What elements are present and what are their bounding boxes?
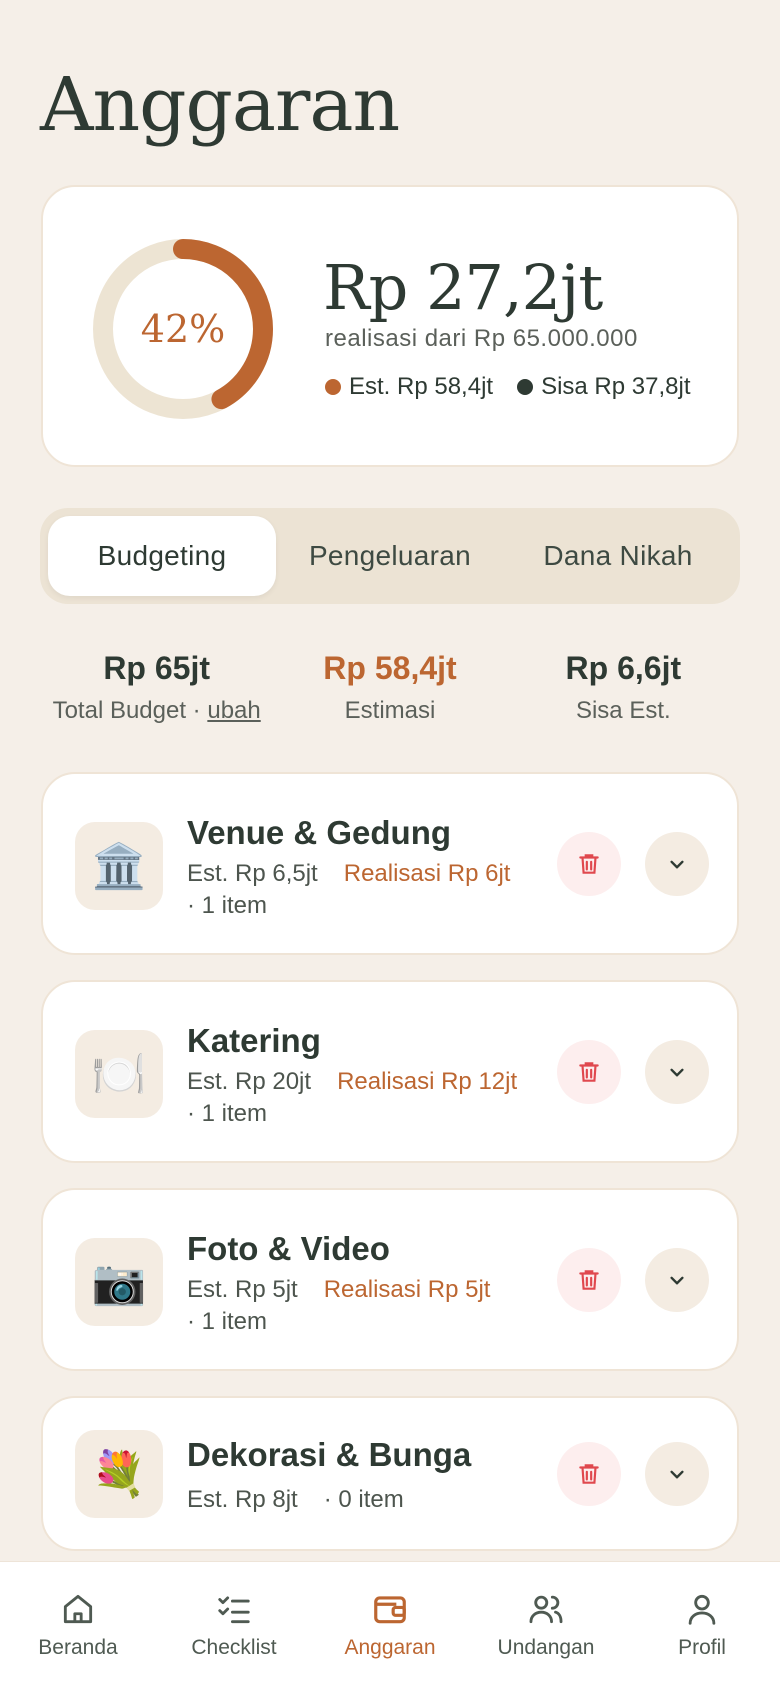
nav-label: Profil bbox=[678, 1636, 726, 1659]
nav-anggaran[interactable]: Anggaran bbox=[312, 1562, 468, 1688]
legend-remaining: Sisa Rp 37,8jt bbox=[517, 373, 691, 401]
category-card-dekorasi[interactable]: 💐 Dekorasi & Bunga Est. Rp 8jt · 0 item bbox=[41, 1396, 739, 1551]
nav-undangan[interactable]: Undangan bbox=[468, 1562, 624, 1688]
delete-category-button[interactable] bbox=[557, 832, 621, 896]
category-name: Katering bbox=[187, 1022, 321, 1059]
trash-icon bbox=[579, 854, 599, 874]
expand-category-button[interactable] bbox=[645, 1442, 709, 1506]
user-icon bbox=[688, 1594, 716, 1625]
category-emoji: 📷 bbox=[91, 1258, 147, 1307]
expand-category-button[interactable] bbox=[645, 1248, 709, 1312]
category-name: Venue & Gedung bbox=[187, 814, 452, 851]
checklist-icon bbox=[218, 1596, 250, 1624]
category-emoji: 🏛️ bbox=[91, 842, 147, 891]
category-emoji: 🍽️ bbox=[91, 1050, 147, 1099]
category-item-count: · 1 item bbox=[187, 892, 268, 919]
nav-label: Checklist bbox=[191, 1636, 277, 1659]
category-item-count: · 0 item bbox=[323, 1486, 404, 1513]
nav-checklist[interactable]: Checklist bbox=[156, 1562, 312, 1688]
category-estimate: Est. Rp 20jt bbox=[187, 1068, 312, 1095]
category-realized: Realisasi Rp 12jt bbox=[337, 1068, 518, 1095]
category-meta: Est. Rp 6,5jt Realisasi Rp 6jt bbox=[187, 860, 510, 888]
nav-profil[interactable]: Profil bbox=[624, 1562, 780, 1688]
delete-category-button[interactable] bbox=[557, 1442, 621, 1506]
stat-remaining-value: Rp 6,6jt bbox=[565, 650, 682, 686]
stat-estimate-label: Estimasi bbox=[344, 697, 436, 724]
category-meta: Est. Rp 20jt Realisasi Rp 12jt bbox=[187, 1068, 517, 1096]
estimate-dot-icon bbox=[325, 379, 341, 395]
users-icon bbox=[529, 1595, 563, 1624]
category-item-count: · 1 item bbox=[187, 1308, 268, 1335]
stat-total-label-row: Total Budget · ubah bbox=[40, 697, 273, 725]
category-card-venue[interactable]: 🏛️ Venue & Gedung Est. Rp 6,5jt Realisas… bbox=[41, 772, 739, 955]
nav-label: Beranda bbox=[38, 1636, 118, 1659]
bank-icon: 🏛️ bbox=[75, 822, 163, 910]
chevron-down-icon bbox=[670, 1276, 684, 1285]
plate-icon: 🍽️ bbox=[75, 1030, 163, 1118]
category-estimate: Est. Rp 5jt bbox=[187, 1276, 298, 1303]
trash-icon bbox=[579, 1464, 599, 1484]
category-realized: Realisasi Rp 5jt bbox=[323, 1276, 491, 1303]
segment-tabs: Budgeting Pengeluaran Dana Nikah bbox=[40, 508, 740, 604]
chevron-down-icon bbox=[670, 860, 684, 869]
category-emoji: 💐 bbox=[91, 1450, 147, 1499]
category-realized: Realisasi Rp 6jt bbox=[343, 860, 511, 887]
summary-legend: Est. Rp 58,4jt Sisa Rp 37,8jt bbox=[325, 373, 691, 401]
stat-total-label: Total Budget · bbox=[52, 697, 208, 724]
page-title: Anggaran bbox=[40, 62, 400, 148]
category-estimate: Est. Rp 8jt bbox=[187, 1486, 298, 1513]
trash-icon bbox=[579, 1062, 599, 1082]
stat-estimate: Rp 58,4jt Estimasi bbox=[273, 650, 506, 725]
category-name: Dekorasi & Bunga bbox=[187, 1436, 472, 1473]
stat-total-value: Rp 65jt bbox=[103, 650, 210, 686]
nav-label: Undangan bbox=[497, 1636, 595, 1659]
nav-label: Anggaran bbox=[344, 1636, 436, 1659]
category-item-count: · 1 item bbox=[187, 1100, 268, 1127]
realized-amount: Rp 27,2jt bbox=[323, 251, 603, 324]
category-name: Foto & Video bbox=[187, 1230, 390, 1267]
category-estimate: Est. Rp 6,5jt bbox=[187, 860, 318, 887]
trash-icon bbox=[579, 1270, 599, 1290]
category-card-katering[interactable]: 🍽️ Katering Est. Rp 20jt Realisasi Rp 12… bbox=[41, 980, 739, 1163]
wallet-icon bbox=[374, 1596, 406, 1624]
tab-dana-nikah[interactable]: Dana Nikah bbox=[504, 516, 732, 596]
home-icon bbox=[63, 1594, 93, 1624]
chevron-down-icon bbox=[670, 1470, 684, 1479]
bottom-nav: Beranda Checklist Anggaran Undangan Prof… bbox=[0, 1561, 780, 1688]
legend-remaining-label: Sisa Rp 37,8jt bbox=[541, 373, 691, 400]
camera-icon: 📷 bbox=[75, 1238, 163, 1326]
stat-remaining-label: Sisa Est. bbox=[575, 697, 671, 724]
nav-beranda[interactable]: Beranda bbox=[0, 1562, 156, 1688]
bouquet-icon: 💐 bbox=[75, 1430, 163, 1518]
category-meta: Est. Rp 5jt Realisasi Rp 5jt bbox=[187, 1276, 490, 1304]
budget-stats: Rp 65jt Total Budget · ubah Rp 58,4jt Es… bbox=[40, 650, 740, 725]
edit-budget-link[interactable]: ubah bbox=[207, 697, 260, 724]
budget-summary-card: 42% Rp 27,2jt realisasi dari Rp 65.000.0… bbox=[41, 185, 739, 467]
legend-estimate-label: Est. Rp 58,4jt bbox=[349, 373, 494, 400]
expand-category-button[interactable] bbox=[645, 1040, 709, 1104]
stat-estimate-value: Rp 58,4jt bbox=[323, 650, 457, 686]
delete-category-button[interactable] bbox=[557, 1040, 621, 1104]
stat-remaining: Rp 6,6jt Sisa Est. bbox=[507, 650, 740, 725]
stat-total-budget: Rp 65jt Total Budget · ubah bbox=[40, 650, 273, 725]
category-card-foto-video[interactable]: 📷 Foto & Video Est. Rp 5jt Realisasi Rp … bbox=[41, 1188, 739, 1371]
tab-budgeting[interactable]: Budgeting bbox=[48, 516, 276, 596]
delete-category-button[interactable] bbox=[557, 1248, 621, 1312]
remaining-dot-icon bbox=[517, 379, 534, 395]
legend-estimate: Est. Rp 58,4jt bbox=[325, 373, 493, 401]
tab-pengeluaran[interactable]: Pengeluaran bbox=[276, 516, 504, 596]
category-meta: Est. Rp 8jt · 0 item bbox=[187, 1486, 404, 1514]
realized-caption: realisasi dari Rp 65.000.000 bbox=[325, 325, 638, 352]
chevron-down-icon bbox=[670, 1068, 684, 1077]
expand-category-button[interactable] bbox=[645, 832, 709, 896]
progress-percent: 42% bbox=[140, 307, 226, 351]
